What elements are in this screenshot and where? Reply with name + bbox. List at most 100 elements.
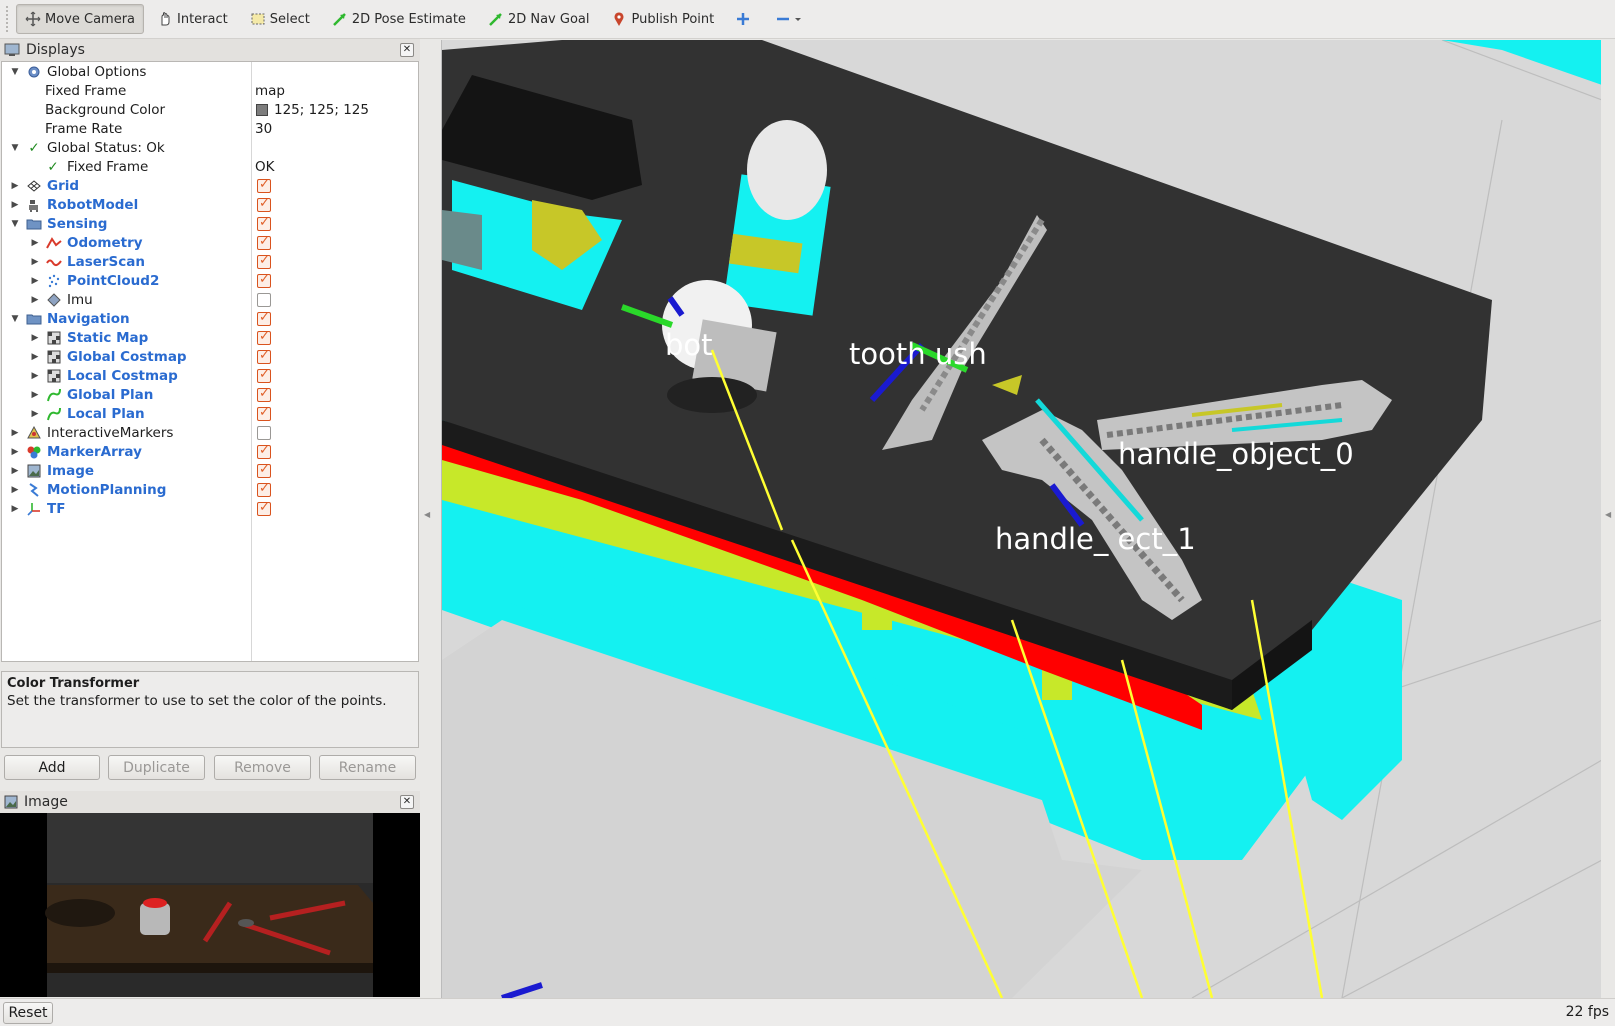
tree-row-static-map[interactable]: ▶ Static Map [2, 328, 418, 347]
publish-point-label: Publish Point [631, 11, 715, 27]
expand-arrow-icon[interactable]: ▶ [10, 428, 20, 438]
tree-row-fixed-frame[interactable]: Fixed Frame map [2, 81, 418, 100]
image-panel-header: Image ✕ [0, 791, 420, 813]
tree-row-global-options[interactable]: ▼ Global Options [2, 62, 418, 81]
background-color-value[interactable]: 125; 125; 125 [274, 102, 369, 118]
expand-arrow-icon[interactable]: ▶ [10, 447, 20, 457]
expand-arrow-icon[interactable]: ▶ [30, 295, 40, 305]
tree-label: Image [47, 462, 95, 479]
expand-arrow-icon[interactable]: ▶ [30, 390, 40, 400]
tree-row-grid[interactable]: ▶ Grid [2, 176, 418, 195]
duplicate-button[interactable]: Duplicate [108, 755, 205, 780]
tree-row-local-costmap[interactable]: ▶ Local Costmap [2, 366, 418, 385]
close-icon[interactable]: ✕ [400, 43, 414, 57]
tree-label: Frame Rate [45, 120, 123, 137]
add-button[interactable]: Add [4, 755, 100, 780]
tree-label: TF [47, 500, 66, 517]
expand-arrow-icon[interactable]: ▶ [10, 466, 20, 476]
nav-goal-button[interactable]: 2D Nav Goal [479, 4, 599, 34]
tree-row-robotmodel[interactable]: ▶ RobotModel [2, 195, 418, 214]
add-tool-button[interactable] [727, 4, 763, 34]
tree-row-frame-rate[interactable]: Frame Rate 30 [2, 119, 418, 138]
tree-row-navigation[interactable]: ▼ Navigation [2, 309, 418, 328]
tree-label: Navigation [47, 310, 130, 327]
expand-arrow-icon[interactable]: ▶ [30, 352, 40, 362]
expand-arrow-icon[interactable]: ▶ [30, 257, 40, 267]
toolbar-grip[interactable] [6, 6, 12, 32]
expand-arrow-icon[interactable]: ▶ [30, 371, 40, 381]
expand-arrow-icon[interactable]: ▼ [10, 219, 20, 229]
enable-checkbox[interactable] [257, 329, 271, 345]
tree-row-laserscan[interactable]: ▶ LaserScan [2, 252, 418, 271]
enable-checkbox[interactable] [257, 500, 271, 516]
dock-splitter-handle[interactable]: ◀ [424, 510, 430, 519]
tree-row-pointcloud2[interactable]: ▶ PointCloud2 [2, 271, 418, 290]
interact-label: Interact [177, 11, 228, 27]
remove-tool-button[interactable] [767, 4, 815, 34]
description-text: Set the transformer to use to set the co… [7, 693, 387, 709]
enable-checkbox[interactable] [257, 196, 271, 212]
expand-arrow-icon[interactable]: ▶ [10, 485, 20, 495]
move-camera-button[interactable]: Move Camera [16, 4, 145, 34]
tree-row-imu[interactable]: ▶ Imu [2, 290, 418, 309]
enable-checkbox[interactable] [257, 443, 271, 459]
enable-checkbox[interactable] [257, 481, 271, 497]
enable-checkbox[interactable] [257, 462, 271, 478]
odometry-icon [46, 235, 62, 251]
expand-arrow-icon[interactable]: ▶ [10, 200, 20, 210]
tree-row-odometry[interactable]: ▶ Odometry [2, 233, 418, 252]
robot-icon [26, 197, 42, 213]
interact-button[interactable]: Interact [148, 4, 237, 34]
expand-arrow-icon[interactable]: ▶ [30, 333, 40, 343]
tree-label: LaserScan [67, 253, 146, 270]
expand-arrow-icon[interactable]: ▶ [10, 181, 20, 191]
right-splitter-handle[interactable]: ◀ [1605, 510, 1611, 519]
enable-checkbox[interactable] [257, 177, 271, 193]
publish-point-button[interactable]: Publish Point [602, 4, 723, 34]
pose-estimate-button[interactable]: 2D Pose Estimate [323, 4, 475, 34]
tree-row-marker-array[interactable]: ▶ MarkerArray [2, 442, 418, 461]
enable-checkbox[interactable] [257, 367, 271, 383]
enable-checkbox[interactable] [257, 253, 271, 269]
enable-checkbox[interactable] [257, 348, 271, 364]
enable-checkbox[interactable] [257, 234, 271, 250]
tree-row-global-status[interactable]: ▼ ✓ Global Status: Ok [2, 138, 418, 157]
expand-arrow-icon[interactable]: ▶ [30, 409, 40, 419]
enable-checkbox[interactable] [257, 405, 271, 421]
enable-checkbox[interactable] [257, 310, 271, 326]
render-viewport[interactable]: bot tooth ush handle_object_0 handle_ ec… [441, 40, 1601, 998]
enable-checkbox[interactable] [257, 292, 271, 307]
expand-arrow-icon[interactable]: ▼ [10, 314, 20, 324]
tree-row-motion-planning[interactable]: ▶ MotionPlanning [2, 480, 418, 499]
tree-row-background-color[interactable]: Background Color 125; 125; 125 [2, 100, 418, 119]
label-toothbrush: tooth ush [849, 337, 987, 371]
tree-row-tf[interactable]: ▶ TF [2, 499, 418, 518]
color-swatch[interactable] [256, 103, 268, 116]
expand-arrow-icon[interactable]: ▼ [10, 67, 20, 77]
camera-image-view[interactable] [0, 813, 420, 997]
remove-button[interactable]: Remove [214, 755, 311, 780]
enable-checkbox[interactable] [257, 215, 271, 231]
tree-row-status-fixed-frame[interactable]: ✓ Fixed Frame OK [2, 157, 418, 176]
reset-button[interactable]: Reset [3, 1002, 53, 1024]
tree-row-local-plan[interactable]: ▶ Local Plan [2, 404, 418, 423]
enable-checkbox[interactable] [257, 386, 271, 402]
expand-arrow-icon[interactable]: ▶ [30, 238, 40, 248]
select-button[interactable]: Select [241, 4, 319, 34]
tree-row-interactive-markers[interactable]: ▶ InteractiveMarkers [2, 423, 418, 442]
tree-row-global-costmap[interactable]: ▶ Global Costmap [2, 347, 418, 366]
select-label: Select [269, 11, 310, 27]
tree-row-global-plan[interactable]: ▶ Global Plan [2, 385, 418, 404]
tree-row-sensing[interactable]: ▼ Sensing [2, 214, 418, 233]
tree-row-image[interactable]: ▶ Image [2, 461, 418, 480]
expand-arrow-icon[interactable]: ▶ [10, 504, 20, 514]
expand-arrow-icon[interactable]: ▶ [30, 276, 40, 286]
rename-button[interactable]: Rename [319, 755, 416, 780]
green-arrow-icon [332, 13, 346, 26]
enable-checkbox[interactable] [257, 272, 271, 288]
frame-rate-value[interactable]: 30 [255, 121, 272, 137]
enable-checkbox[interactable] [257, 425, 271, 440]
expand-arrow-icon[interactable]: ▼ [10, 143, 20, 153]
fixed-frame-value[interactable]: map [255, 83, 285, 99]
close-icon[interactable]: ✕ [400, 795, 414, 809]
